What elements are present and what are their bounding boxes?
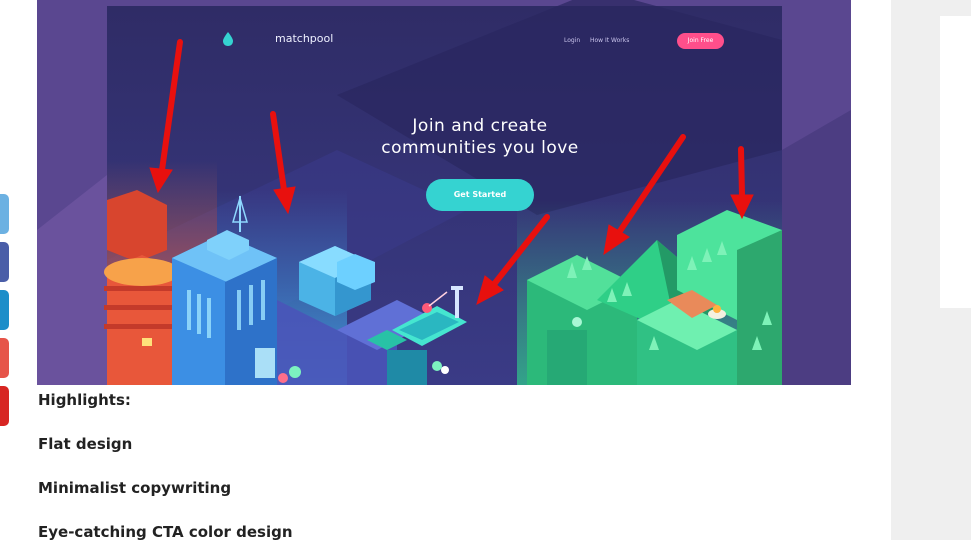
pinterest-share-button[interactable] <box>0 386 9 426</box>
highlight-item: Minimalist copywriting <box>38 479 232 497</box>
get-started-button: Get Started <box>426 179 534 211</box>
hero-headline: Join and create communities you love <box>337 115 623 159</box>
twitter-share-button[interactable] <box>0 194 9 234</box>
matchpool-screenshot: matchpool Login How It Works Join Free J… <box>37 0 851 385</box>
highlight-item: Eye-catching CTA color design <box>38 523 293 541</box>
highlights-heading: Highlights: <box>38 391 131 409</box>
facebook-share-button[interactable] <box>0 242 9 282</box>
sidebar-widget <box>940 16 971 308</box>
google-plus-share-button[interactable] <box>0 338 9 378</box>
linkedin-share-button[interactable] <box>0 290 9 330</box>
highlight-item: Flat design <box>38 435 133 453</box>
hero-line-1: Join and create <box>412 116 548 136</box>
matchpool-logo: matchpool <box>275 32 334 45</box>
join-free-button: Join Free <box>677 33 724 49</box>
nav-login-link: Login <box>564 37 581 44</box>
nav-how-it-works-link: How It Works <box>590 37 630 44</box>
hero-line-2: communities you love <box>381 138 579 158</box>
